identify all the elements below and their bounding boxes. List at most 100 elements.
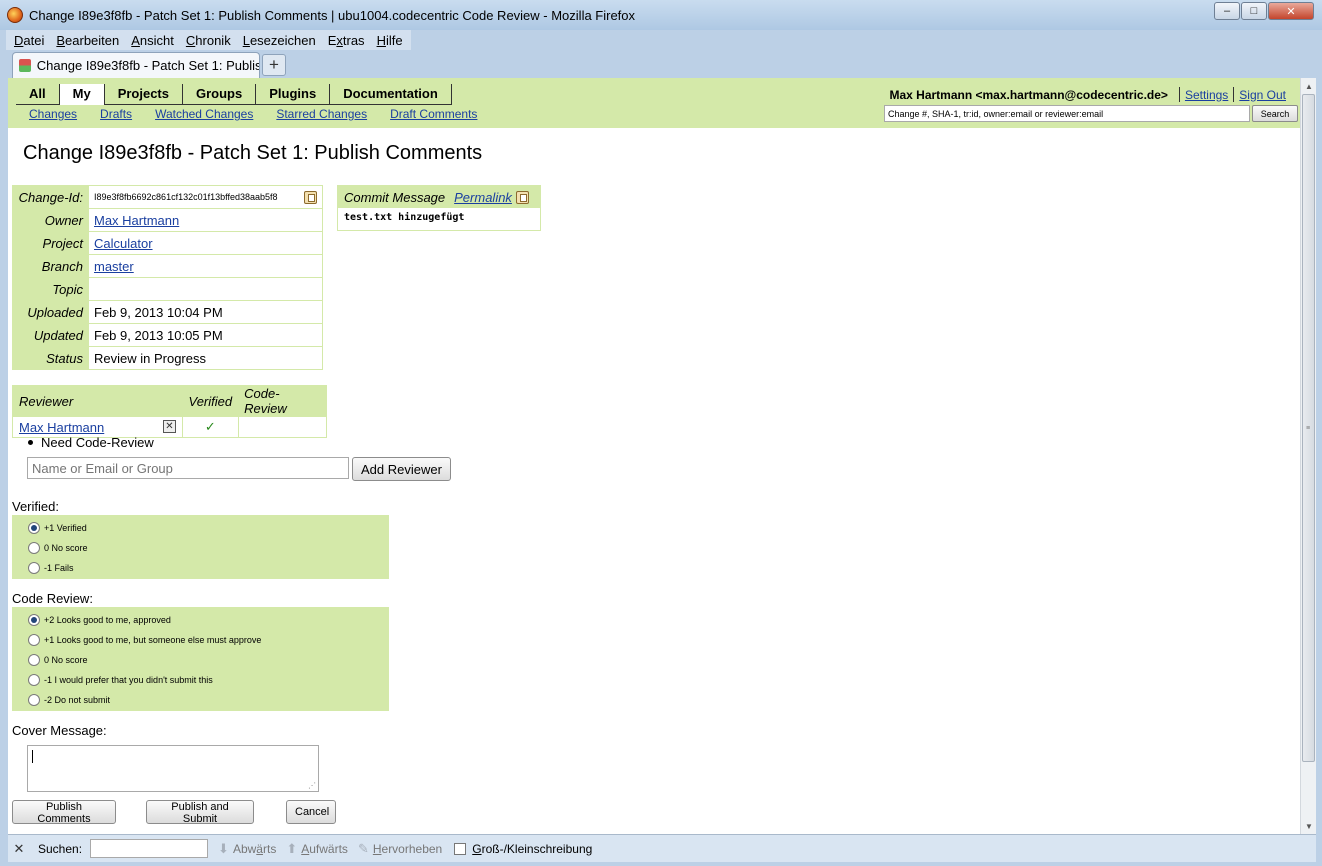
match-case-checkbox[interactable]: Groß-/Kleinschreibung xyxy=(454,842,592,856)
code-review-option-plus2[interactable]: +2 Looks good to me, approved xyxy=(28,610,389,630)
window-title: Change I89e3f8fb - Patch Set 1: Publish … xyxy=(29,7,636,23)
search-input[interactable] xyxy=(884,105,1250,122)
code-review-option-0[interactable]: 0 No score xyxy=(28,650,389,670)
reviewer-table: Reviewer Verified Code-Review Max Hartma… xyxy=(12,385,327,438)
tab-change[interactable]: Change I89e3f8fb - Patch Set 1: Publish … xyxy=(12,52,260,78)
radio[interactable] xyxy=(28,562,40,574)
menu-lesezeichen[interactable]: Lesezeichen xyxy=(237,33,322,48)
topmenu-projects[interactable]: Projects xyxy=(105,84,183,105)
verified-option-plus1[interactable]: +1 Verified xyxy=(28,518,389,538)
radio[interactable] xyxy=(28,542,40,554)
menu-ansicht[interactable]: Ansicht xyxy=(125,33,180,48)
current-user: Max Hartmann <max.hartmann@codecentric.d… xyxy=(889,87,1168,102)
publish-comments-button[interactable]: Publish Comments xyxy=(12,800,116,825)
sign-out-link[interactable]: Sign Out xyxy=(1239,88,1286,102)
highlight-button[interactable]: ✎ Hervorheben xyxy=(358,841,442,857)
code-review-option-plus1[interactable]: +1 Looks good to me, but someone else mu… xyxy=(28,630,389,650)
reviewer-header-row: Reviewer Verified Code-Review xyxy=(12,385,327,417)
radio[interactable] xyxy=(28,694,40,706)
updated-value: Feb 9, 2013 10:05 PM xyxy=(88,323,323,347)
new-tab-button[interactable]: + xyxy=(262,54,286,76)
code-review-header: Code-Review xyxy=(238,385,327,417)
copy-clipboard-icon[interactable] xyxy=(304,190,317,204)
code-review-option-minus2[interactable]: -2 Do not submit xyxy=(28,690,389,710)
settings-link[interactable]: Settings xyxy=(1185,88,1228,102)
verified-title: Verified: xyxy=(12,499,59,514)
radio-selected[interactable] xyxy=(28,522,40,534)
submenu-changes[interactable]: Changes xyxy=(29,107,77,121)
info-row-owner: Owner Max Hartmann xyxy=(12,208,323,232)
change-id-label: Change-Id: xyxy=(12,185,89,209)
top-menu: All My Projects Groups Plugins Documenta… xyxy=(16,84,452,105)
scroll-thumb[interactable]: ≡ xyxy=(1302,94,1315,762)
topmenu-documentation[interactable]: Documentation xyxy=(330,84,452,105)
radio[interactable] xyxy=(28,674,40,686)
cover-message-title: Cover Message: xyxy=(12,723,107,738)
menu-chronik[interactable]: Chronik xyxy=(180,33,237,48)
code-review-option-minus1[interactable]: -1 I would prefer that you didn't submit… xyxy=(28,670,389,690)
find-close-icon[interactable]: ✕ xyxy=(8,841,30,857)
add-reviewer-button[interactable]: Add Reviewer xyxy=(352,457,451,481)
publish-and-submit-button[interactable]: Publish and Submit xyxy=(146,800,254,825)
tab-label: Change I89e3f8fb - Patch Set 1: Publish … xyxy=(36,58,259,73)
minimize-button[interactable]: – xyxy=(1214,2,1240,20)
gerrit-favicon-icon xyxy=(19,59,31,72)
window-titlebar: Change I89e3f8fb - Patch Set 1: Publish … xyxy=(0,0,1322,30)
vertical-scrollbar[interactable]: ▲ ≡ ▼ xyxy=(1300,78,1316,834)
scroll-down-icon[interactable]: ▼ xyxy=(1301,818,1317,834)
add-reviewer-input[interactable] xyxy=(27,457,349,479)
find-previous-button[interactable]: ⬆ Aufwärts xyxy=(286,841,348,857)
copy-clipboard-icon[interactable] xyxy=(515,190,529,204)
verified-check-icon: ✓ xyxy=(182,416,239,438)
submenu-drafts[interactable]: Drafts xyxy=(100,107,132,121)
scroll-up-icon[interactable]: ▲ xyxy=(1301,78,1317,94)
radio[interactable] xyxy=(28,654,40,666)
info-row-uploaded: Uploaded Feb 9, 2013 10:04 PM xyxy=(12,300,323,324)
submenu-watched-changes[interactable]: Watched Changes xyxy=(155,107,253,121)
commit-message-box: Commit Message Permalink test.txt hinzug… xyxy=(337,185,541,231)
project-link[interactable]: Calculator xyxy=(94,236,153,251)
close-button[interactable]: ✕ xyxy=(1268,2,1314,20)
menu-extras[interactable]: Extras xyxy=(322,33,371,48)
menu-bearbeiten[interactable]: Bearbeiten xyxy=(50,33,125,48)
menu-datei[interactable]: Datei xyxy=(8,33,50,48)
topmenu-my[interactable]: My xyxy=(59,84,105,105)
submenu-draft-comments[interactable]: Draft Comments xyxy=(390,107,477,121)
reviewer-link[interactable]: Max Hartmann xyxy=(19,420,104,435)
info-row-project: Project Calculator xyxy=(12,231,323,255)
verified-option-0[interactable]: 0 No score xyxy=(28,538,389,558)
topmenu-all[interactable]: All xyxy=(16,84,60,105)
topmenu-plugins[interactable]: Plugins xyxy=(256,84,331,105)
find-input[interactable] xyxy=(90,839,209,858)
maximize-button[interactable]: □ xyxy=(1241,2,1267,20)
code-review-title: Code Review: xyxy=(12,591,93,606)
radio-selected[interactable] xyxy=(28,614,40,626)
search-button[interactable]: Search xyxy=(1252,105,1298,122)
radio[interactable] xyxy=(28,634,40,646)
info-row-status: Status Review in Progress xyxy=(12,346,323,370)
find-label: Suchen: xyxy=(38,841,83,856)
topmenu-groups[interactable]: Groups xyxy=(183,84,257,105)
topic-value xyxy=(88,277,323,301)
verified-option-minus1[interactable]: -1 Fails xyxy=(28,558,389,578)
firefox-icon xyxy=(7,7,23,23)
topic-label: Topic xyxy=(12,277,89,301)
menubar: Datei Bearbeiten Ansicht Chronik Lesezei… xyxy=(6,30,411,50)
form-buttons: Publish Comments Publish and Submit Canc… xyxy=(12,800,342,825)
menu-hilfe[interactable]: Hilfe xyxy=(371,33,409,48)
submenu-starred-changes[interactable]: Starred Changes xyxy=(276,107,367,121)
info-row-topic: Topic xyxy=(12,277,323,301)
info-row-change-id: Change-Id: I89e3f8fb6692c861cf132c01f13b… xyxy=(12,185,323,209)
resize-grip-icon[interactable]: ⋰ xyxy=(308,781,316,790)
cancel-button[interactable]: Cancel xyxy=(286,800,336,824)
branch-link[interactable]: master xyxy=(94,259,134,274)
find-next-button[interactable]: ⬇ Abw ä rts xyxy=(218,841,276,857)
branch-label: Branch xyxy=(12,254,89,278)
owner-link[interactable]: Max Hartmann xyxy=(94,213,179,228)
checkbox-box[interactable] xyxy=(454,842,467,855)
cover-message-textarea[interactable]: ⋰ xyxy=(27,745,319,792)
info-row-branch: Branch master xyxy=(12,254,323,278)
remove-reviewer-icon[interactable]: ✕ xyxy=(163,419,176,433)
scroll-grip-icon: ≡ xyxy=(1306,425,1311,432)
permalink-link[interactable]: Permalink xyxy=(454,190,512,205)
